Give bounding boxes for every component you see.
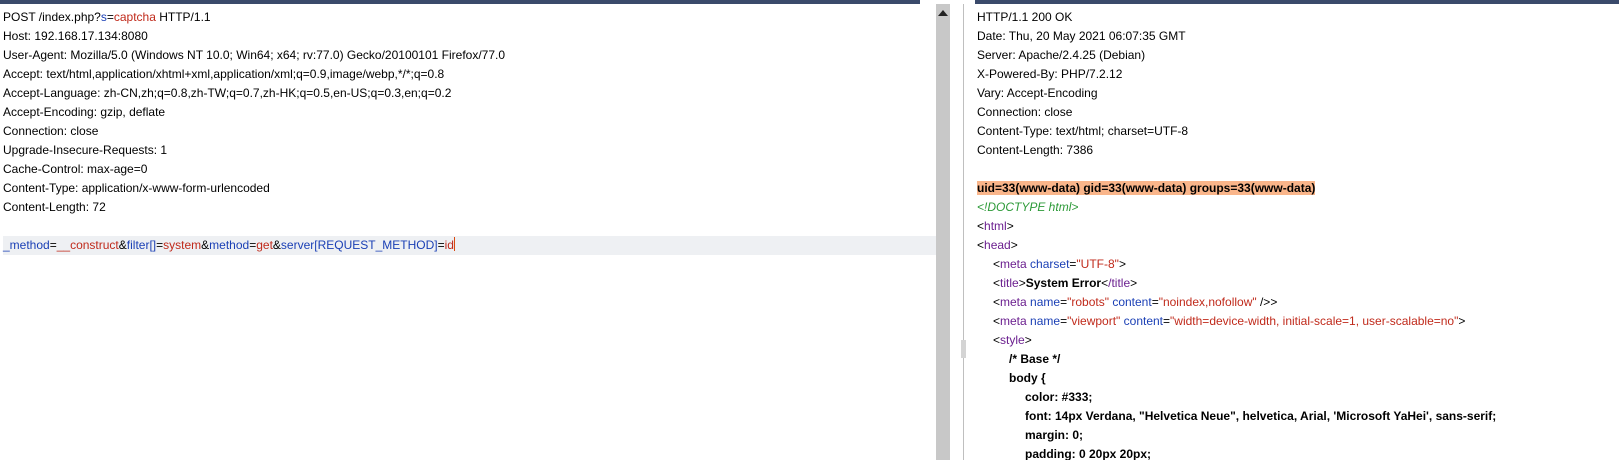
request-header-content-type: Content-Type: application/x-www-form-url… bbox=[3, 181, 270, 195]
request-header-accept-language: Accept-Language: zh-CN,zh;q=0.8,zh-TW;q=… bbox=[3, 86, 452, 100]
response-header-date: Date: Thu, 20 May 2021 06:07:35 GMT bbox=[977, 29, 1186, 43]
request-editor[interactable]: POST /index.php?s=captcha HTTP/1.1 Host:… bbox=[0, 4, 936, 460]
response-lines: HTTP/1.1 200 OK Date: Thu, 20 May 2021 0… bbox=[977, 8, 1619, 460]
style-open-tag: <style> bbox=[993, 333, 1032, 347]
response-header-x-powered-by: X-Powered-By: PHP/7.2.12 bbox=[977, 67, 1123, 81]
css-font-rule: font: 14px Verdana, "Helvetica Neue", he… bbox=[1025, 409, 1497, 423]
response-viewer[interactable]: HTTP/1.1 200 OK Date: Thu, 20 May 2021 0… bbox=[975, 4, 1619, 460]
response-status-line: HTTP/1.1 200 OK bbox=[977, 10, 1073, 24]
request-header-cache-control: Cache-Control: max-age=0 bbox=[3, 162, 148, 176]
css-body-selector: body { bbox=[1009, 371, 1046, 385]
command-output-line: uid=33(www-data) gid=33(www-data) groups… bbox=[977, 179, 1619, 198]
text-caret bbox=[453, 237, 455, 251]
pane-divider-line bbox=[963, 4, 964, 460]
request-body[interactable]: _method=__construct&filter[]=system&meth… bbox=[3, 236, 936, 255]
request-header-content-length: Content-Length: 72 bbox=[3, 200, 106, 214]
request-header-connection: Connection: close bbox=[3, 124, 99, 138]
request-lines: POST /index.php?s=captcha HTTP/1.1 Host:… bbox=[3, 8, 936, 255]
request-header-host: Host: 192.168.17.134:8080 bbox=[3, 29, 148, 43]
request-header-accept-encoding: Accept-Encoding: gzip, deflate bbox=[3, 105, 166, 119]
scroll-up-arrow-icon[interactable] bbox=[938, 10, 948, 16]
response-header-connection: Connection: close bbox=[977, 105, 1073, 119]
request-header-user-agent: User-Agent: Mozilla/5.0 (Windows NT 10.0… bbox=[3, 48, 506, 62]
response-header-server: Server: Apache/2.4.25 (Debian) bbox=[977, 48, 1146, 62]
request-header-accept: Accept: text/html,application/xhtml+xml,… bbox=[3, 67, 445, 81]
css-margin-rule: margin: 0; bbox=[1025, 428, 1084, 442]
css-comment-line: /* Base */ bbox=[1009, 352, 1061, 366]
css-color-rule: color: #333; bbox=[1025, 390, 1093, 404]
request-line: POST /index.php?s=captcha HTTP/1.1 bbox=[3, 10, 211, 24]
pane-divider-grip-icon[interactable] bbox=[961, 340, 966, 358]
head-open-tag: <head> bbox=[977, 238, 1018, 252]
meta-charset-line: <meta charset="UTF-8"> bbox=[993, 257, 1126, 271]
response-header-content-length: Content-Length: 7386 bbox=[977, 143, 1094, 157]
request-scrollbar[interactable] bbox=[936, 4, 950, 460]
title-line: <title>System Error</title> bbox=[993, 276, 1138, 290]
request-header-upgrade-insecure: Upgrade-Insecure-Requests: 1 bbox=[3, 143, 168, 157]
response-header-vary: Vary: Accept-Encoding bbox=[977, 86, 1098, 100]
meta-robots-line: <meta name="robots" content="noindex,nof… bbox=[993, 295, 1278, 309]
response-header-content-type: Content-Type: text/html; charset=UTF-8 bbox=[977, 124, 1189, 138]
command-output-highlight: uid=33(www-data) gid=33(www-data) groups… bbox=[977, 181, 1316, 195]
css-padding-rule: padding: 0 20px 20px; bbox=[1025, 447, 1152, 460]
doctype-line: <!DOCTYPE html> bbox=[977, 200, 1079, 214]
meta-viewport-line: <meta name="viewport" content="width=dev… bbox=[993, 314, 1466, 328]
html-open-tag: <html> bbox=[977, 219, 1014, 233]
